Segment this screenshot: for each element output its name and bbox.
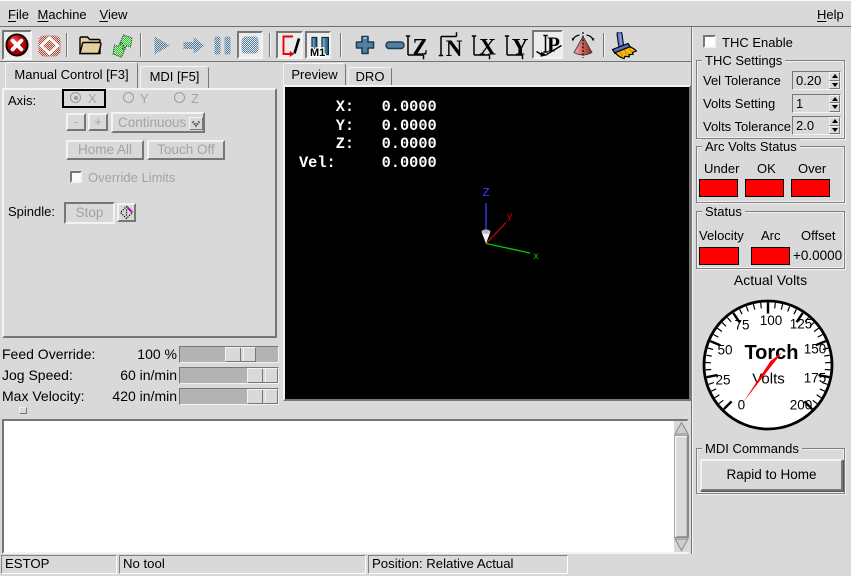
svg-text:Z: Z — [483, 186, 490, 200]
svg-text:200: 200 — [790, 398, 813, 413]
svg-text:M1: M1 — [310, 47, 325, 57]
svg-text:Z: Z — [413, 35, 428, 60]
svg-text:Y: Y — [512, 35, 529, 60]
svg-text:75: 75 — [734, 318, 749, 333]
svg-text:y: y — [507, 212, 513, 223]
svg-text:0: 0 — [738, 398, 746, 413]
svg-text:50: 50 — [717, 343, 732, 358]
svg-text:25: 25 — [715, 373, 730, 388]
svg-text:125: 125 — [790, 317, 813, 332]
svg-text:x: x — [533, 252, 539, 263]
svg-text:100: 100 — [760, 313, 783, 328]
svg-text:150: 150 — [804, 342, 827, 357]
svg-text:175: 175 — [804, 371, 827, 386]
svg-text:X: X — [479, 35, 496, 60]
svg-text:N: N — [446, 36, 463, 61]
svg-text:Volts: Volts — [752, 371, 785, 388]
